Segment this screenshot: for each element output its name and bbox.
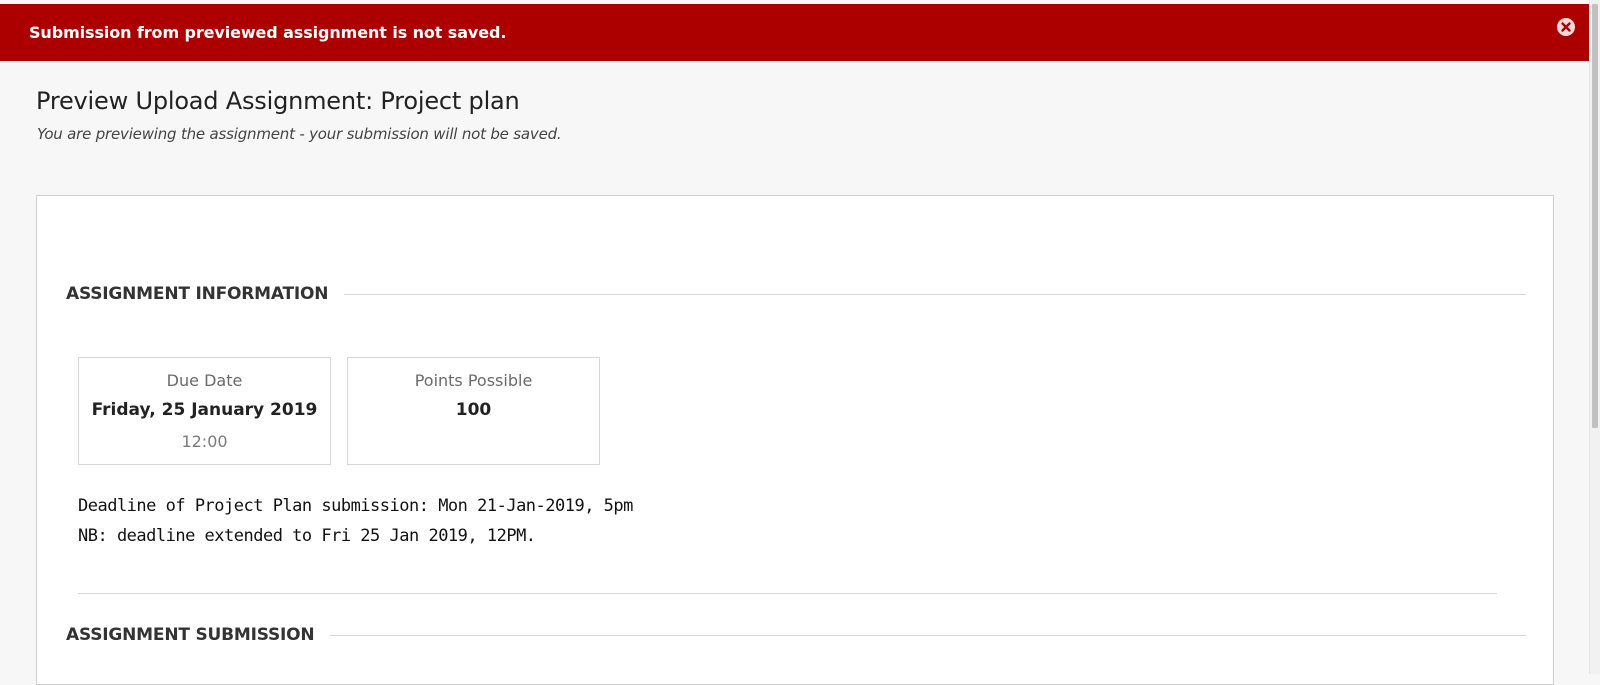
section-divider [78,593,1497,594]
section-heading-rule [344,293,1526,295]
alert-message: Submission from previewed assignment is … [29,23,507,42]
due-date-value: Friday, 25 January 2019 [91,400,318,420]
assignment-information-heading: ASSIGNMENT INFORMATION [66,284,1526,304]
close-icon[interactable] [1556,17,1576,37]
vertical-scrollbar[interactable] [1589,0,1600,674]
assignment-instructions: Deadline of Project Plan submission: Mon… [78,491,633,551]
points-possible-value: 100 [455,400,492,420]
section-heading-label: ASSIGNMENT SUBMISSION [66,625,315,645]
assignment-submission-heading: ASSIGNMENT SUBMISSION [66,625,1526,645]
due-date-time: 12:00 [181,432,228,451]
instruction-line: NB: deadline extended to Fri 25 Jan 2019… [78,526,536,546]
due-date-card: Due Date Friday, 25 January 2019 12:00 [78,357,331,465]
points-possible-label: Points Possible [414,371,533,390]
scrollbar-thumb[interactable] [1592,4,1598,428]
section-heading-label: ASSIGNMENT INFORMATION [66,284,329,304]
points-possible-card: Points Possible 100 [347,357,600,465]
due-date-label: Due Date [166,371,243,390]
instruction-line: Deadline of Project Plan submission: Mon… [78,496,633,516]
section-heading-rule [330,634,1526,636]
page-subtitle: You are previewing the assignment - your… [37,125,562,143]
alert-banner: Submission from previewed assignment is … [0,4,1589,61]
page-title: Preview Upload Assignment: Project plan [36,87,520,115]
